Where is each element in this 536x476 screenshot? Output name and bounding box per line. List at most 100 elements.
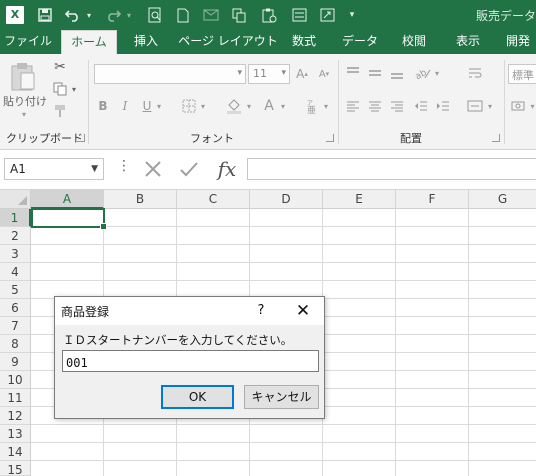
save-icon[interactable] bbox=[36, 6, 54, 24]
enter-entry-icon[interactable] bbox=[176, 156, 202, 182]
row-header-1[interactable]: 1 bbox=[0, 209, 31, 227]
column-header-g[interactable]: G bbox=[469, 190, 536, 209]
insert-function-button[interactable]: fx bbox=[212, 156, 242, 182]
number-format-dropdown[interactable]: 標準 bbox=[508, 64, 536, 84]
row-header-14[interactable]: 14 bbox=[0, 443, 31, 461]
row-header-15[interactable]: 15 bbox=[0, 461, 31, 476]
orientation-icon[interactable]: ab bbox=[414, 64, 432, 82]
middle-align-icon[interactable] bbox=[366, 64, 384, 82]
row-header-7[interactable]: 7 bbox=[0, 317, 31, 335]
undo-dropdown-icon[interactable]: ▾ bbox=[84, 6, 94, 24]
column-header-c[interactable]: C bbox=[177, 190, 250, 209]
font-color-icon[interactable]: A bbox=[260, 97, 278, 115]
format-painter-icon[interactable] bbox=[51, 102, 69, 120]
tab-page-layout[interactable]: ページ レイアウト bbox=[178, 30, 278, 54]
email-icon[interactable] bbox=[202, 6, 220, 24]
decrease-indent-icon[interactable] bbox=[412, 97, 430, 115]
copy-button-icon[interactable] bbox=[51, 80, 69, 98]
close-button[interactable]: ✕ bbox=[291, 299, 315, 323]
row-header-12[interactable]: 12 bbox=[0, 407, 31, 425]
accounting-dropdown-icon[interactable]: ▾ bbox=[529, 100, 536, 112]
row-header-8[interactable]: 8 bbox=[0, 335, 31, 353]
print-preview-icon[interactable] bbox=[146, 6, 164, 24]
copy-dropdown-icon[interactable]: ▾ bbox=[70, 84, 78, 94]
row-header-9[interactable]: 9 bbox=[0, 353, 31, 371]
clipboard-launcher-icon[interactable] bbox=[77, 134, 85, 142]
calculator-icon[interactable] bbox=[318, 6, 336, 24]
help-button[interactable]: ? bbox=[251, 301, 271, 321]
bottom-align-icon[interactable] bbox=[388, 64, 406, 82]
row-header-4[interactable]: 4 bbox=[0, 263, 31, 281]
paste-dropdown-icon[interactable]: ▾ bbox=[2, 110, 46, 119]
fill-color-dropdown-icon[interactable]: ▾ bbox=[245, 100, 253, 112]
cancel-button[interactable]: キャンセル bbox=[244, 385, 319, 409]
borders-dropdown-icon[interactable]: ▾ bbox=[199, 100, 207, 112]
borders-icon[interactable] bbox=[180, 97, 198, 115]
underline-dropdown-icon[interactable]: ▾ bbox=[155, 100, 163, 112]
row-header-13[interactable]: 13 bbox=[0, 425, 31, 443]
tab-review[interactable]: 校閲 bbox=[392, 30, 436, 54]
row-header-5[interactable]: 5 bbox=[0, 281, 31, 299]
column-header-a[interactable]: A bbox=[31, 190, 104, 209]
cancel-entry-icon[interactable] bbox=[140, 156, 166, 182]
tab-file[interactable]: ファイル bbox=[0, 30, 56, 54]
start-number-input[interactable] bbox=[62, 350, 319, 372]
font-size-dropdown[interactable]: 11 ▾ bbox=[248, 64, 290, 84]
alignment-launcher-icon[interactable] bbox=[492, 134, 500, 142]
new-icon[interactable] bbox=[174, 6, 192, 24]
align-center-icon[interactable] bbox=[366, 97, 384, 115]
italic-button[interactable]: I bbox=[118, 98, 132, 114]
paste-icon[interactable] bbox=[8, 60, 38, 94]
copy-icon[interactable] bbox=[230, 6, 248, 24]
ok-button[interactable]: OK bbox=[161, 385, 234, 409]
paste-special-icon[interactable] bbox=[260, 6, 278, 24]
row-header-3[interactable]: 3 bbox=[0, 245, 31, 263]
tab-view[interactable]: 表示 bbox=[446, 30, 490, 54]
phonetic-icon[interactable]: ア亜 bbox=[304, 97, 322, 115]
increase-indent-icon[interactable] bbox=[434, 97, 452, 115]
accounting-format-icon[interactable] bbox=[510, 97, 528, 115]
cut-icon[interactable]: ✂ bbox=[51, 58, 69, 76]
formula-bar-resize-handle[interactable]: ⋮ bbox=[117, 158, 131, 174]
row-header-10[interactable]: 10 bbox=[0, 371, 31, 389]
column-header-b[interactable]: B bbox=[104, 190, 177, 209]
tab-data[interactable]: データ bbox=[334, 30, 386, 54]
name-box[interactable]: A1 ▼ bbox=[4, 158, 104, 180]
row-header-2[interactable]: 2 bbox=[0, 227, 31, 245]
tab-formulas[interactable]: 数式 bbox=[282, 30, 326, 54]
top-align-icon[interactable] bbox=[344, 64, 362, 82]
phonetic-dropdown-icon[interactable]: ▾ bbox=[322, 100, 330, 112]
customize-qat-icon[interactable]: ▾ bbox=[346, 6, 358, 24]
font-color-dropdown-icon[interactable]: ▾ bbox=[279, 100, 287, 112]
redo-dropdown-icon[interactable]: ▾ bbox=[124, 6, 134, 24]
paste-button-label[interactable]: 貼り付け bbox=[2, 94, 48, 108]
increase-font-size-icon[interactable]: A ▴ bbox=[294, 66, 310, 82]
fill-color-icon[interactable] bbox=[224, 97, 244, 115]
align-right-icon[interactable] bbox=[388, 97, 406, 115]
font-name-dropdown[interactable]: ▾ bbox=[94, 64, 246, 84]
tab-developer[interactable]: 開発 bbox=[500, 30, 536, 54]
column-header-e[interactable]: E bbox=[323, 190, 396, 209]
row-header-11[interactable]: 11 bbox=[0, 389, 31, 407]
column-header-d[interactable]: D bbox=[250, 190, 323, 209]
decrease-font-size-icon[interactable]: A ▾ bbox=[316, 66, 332, 82]
form-icon[interactable] bbox=[290, 6, 308, 24]
align-left-icon[interactable] bbox=[344, 97, 362, 115]
tab-insert[interactable]: 挿入 bbox=[124, 30, 168, 54]
wrap-text-icon[interactable] bbox=[466, 64, 484, 82]
tab-home[interactable]: ホーム bbox=[61, 30, 117, 54]
underline-button[interactable]: U bbox=[140, 98, 154, 114]
row-header-6[interactable]: 6 bbox=[0, 299, 31, 317]
active-cell-a1[interactable] bbox=[31, 208, 107, 230]
merge-center-icon[interactable] bbox=[466, 97, 484, 115]
font-launcher-icon[interactable] bbox=[326, 134, 334, 142]
select-all-button[interactable] bbox=[0, 190, 31, 209]
formula-input[interactable] bbox=[247, 158, 536, 180]
redo-icon[interactable] bbox=[104, 6, 122, 24]
column-header-f[interactable]: F bbox=[396, 190, 469, 209]
merge-dropdown-icon[interactable]: ▾ bbox=[486, 100, 494, 112]
bold-button[interactable]: B bbox=[96, 98, 110, 114]
orientation-dropdown-icon[interactable]: ▾ bbox=[433, 67, 441, 79]
undo-icon[interactable] bbox=[64, 6, 82, 24]
dialog-title-bar[interactable]: 商品登録 ? ✕ bbox=[55, 297, 324, 325]
